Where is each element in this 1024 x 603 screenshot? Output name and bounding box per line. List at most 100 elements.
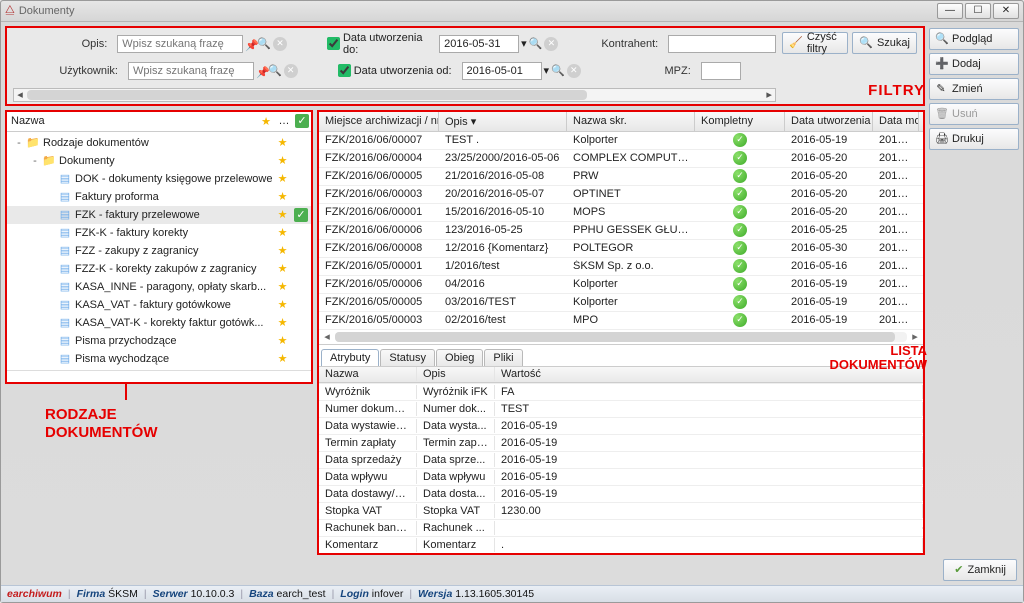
attribute-row[interactable]: Data wpływuData wpływu2016-05-19 bbox=[319, 468, 923, 485]
user-input[interactable] bbox=[128, 62, 254, 80]
table-row[interactable]: FZK/2016/06/00007TEST .Kolporter✓2016-05… bbox=[319, 132, 923, 150]
col-archive-nr[interactable]: Miejsce archiwizacji / nr bbox=[319, 112, 439, 131]
tree-item[interactable]: ▤FZZ - zakupy z zagranicy★ bbox=[7, 242, 311, 260]
date-from-checkbox[interactable] bbox=[338, 64, 351, 77]
drukuj-button[interactable]: 🖨Drukuj bbox=[929, 128, 1019, 150]
podgląd-button[interactable]: 🔍Podgląd bbox=[929, 28, 1019, 50]
star-icon[interactable]: ★ bbox=[274, 316, 291, 329]
date-to-input[interactable] bbox=[439, 35, 519, 53]
table-row[interactable]: FZK/2016/06/0000115/2016/2016-05-10MOPS✓… bbox=[319, 204, 923, 222]
tree-item[interactable]: -📁Dokumenty★ bbox=[7, 152, 311, 170]
star-icon[interactable]: ★ bbox=[274, 244, 291, 257]
tab-statusy[interactable]: Statusy bbox=[380, 349, 435, 366]
tree-header-name[interactable]: Nazwa bbox=[7, 115, 257, 127]
tab-pliki[interactable]: Pliki bbox=[484, 349, 522, 366]
col-kompletny[interactable]: Kompletny bbox=[695, 112, 785, 131]
mpz-input[interactable] bbox=[701, 62, 741, 80]
tab-atrybuty[interactable]: Atrybuty bbox=[321, 349, 379, 366]
search-icon[interactable]: 🔍 bbox=[257, 37, 271, 50]
search-icon[interactable]: 🔍 bbox=[551, 64, 565, 77]
attr-col-nazwa[interactable]: Nazwa bbox=[319, 367, 417, 381]
attribute-row[interactable]: KomentarzKomentarz. bbox=[319, 536, 923, 553]
star-icon[interactable]: ★ bbox=[274, 226, 291, 239]
star-icon[interactable]: ★ bbox=[274, 334, 291, 347]
grid-scrollbar[interactable]: ◂ ▸ bbox=[319, 330, 923, 344]
scroll-left-icon[interactable]: ◂ bbox=[321, 330, 333, 343]
search-icon[interactable]: 🔍 bbox=[529, 37, 543, 50]
star-icon[interactable]: ★ bbox=[274, 280, 291, 293]
star-icon[interactable]: ★ bbox=[274, 154, 291, 167]
tree-item[interactable]: ▤KASA_VAT-K - korekty faktur gotówk...★ bbox=[7, 314, 311, 332]
dodaj-button[interactable]: ➕Dodaj bbox=[929, 53, 1019, 75]
scroll-right-icon[interactable]: ▸ bbox=[909, 330, 921, 343]
attribute-row[interactable]: Numer dokumentuNumer dok...TEST bbox=[319, 400, 923, 417]
attribute-row[interactable]: Rachunek bankowyRachunek ... bbox=[319, 519, 923, 536]
tab-obieg[interactable]: Obieg bbox=[436, 349, 483, 366]
star-icon[interactable]: ★ bbox=[274, 136, 291, 149]
zmień-button[interactable]: ✎Zmień bbox=[929, 78, 1019, 100]
check-icon[interactable]: ✓ bbox=[295, 114, 309, 128]
star-icon[interactable]: ★ bbox=[274, 352, 291, 365]
opis-input[interactable] bbox=[117, 35, 243, 53]
attribute-row[interactable]: Data wystawieniaData wysta...2016-05-19 bbox=[319, 417, 923, 434]
tree-item[interactable]: ▤KASA_VAT - faktury gotówkowe★ bbox=[7, 296, 311, 314]
tree-item[interactable]: ▤Pisma przychodzące★ bbox=[7, 332, 311, 350]
date-from-input[interactable] bbox=[462, 62, 542, 80]
tree-item[interactable]: ▤DOK - dokumenty księgowe przelewowe★ bbox=[7, 170, 311, 188]
attribute-row[interactable]: Termin zapłatyTermin zapł...2016-05-19 bbox=[319, 434, 923, 451]
table-row[interactable]: FZK/2016/06/0000423/25/2000/2016-05-06CO… bbox=[319, 150, 923, 168]
scroll-right-icon[interactable]: ▸ bbox=[763, 89, 775, 101]
attribute-row[interactable]: Data sprzedażyData sprze...2016-05-19 bbox=[319, 451, 923, 468]
kontrahent-input[interactable] bbox=[668, 35, 776, 53]
star-icon[interactable]: ★ bbox=[274, 208, 291, 221]
star-icon[interactable]: ★ bbox=[274, 190, 291, 203]
tree-item[interactable]: ▤Pisma wychodzące★ bbox=[7, 350, 311, 368]
star-icon[interactable]: ★ bbox=[274, 172, 291, 185]
search-button[interactable]: 🔍 Szukaj bbox=[852, 32, 917, 54]
minimize-button[interactable]: — bbox=[937, 3, 963, 19]
tree-scrollbar[interactable] bbox=[7, 370, 311, 382]
table-row[interactable]: FZK/2016/06/0000521/2016/2016-05-08PRW✓2… bbox=[319, 168, 923, 186]
search-icon[interactable]: 🔍 bbox=[268, 64, 282, 77]
clear-filters-button[interactable]: 🧹 Czyść filtry bbox=[782, 32, 848, 54]
maximize-button[interactable]: ☐ bbox=[965, 3, 991, 19]
scroll-thumb[interactable] bbox=[335, 332, 895, 342]
close-button[interactable]: ✔ Zamknij bbox=[943, 559, 1017, 581]
table-row[interactable]: FZK/2016/06/0000320/2016/2016-05-07OPTIN… bbox=[319, 186, 923, 204]
check-cell[interactable]: ✓ bbox=[291, 208, 311, 222]
table-row[interactable]: FZK/2016/06/00006123/2016-05-25PPHU GESS… bbox=[319, 222, 923, 240]
table-row[interactable]: FZK/2016/05/000011/2016/testŚKSM Sp. z o… bbox=[319, 258, 923, 276]
tree-item[interactable]: ▤Faktury proforma★ bbox=[7, 188, 311, 206]
dropdown-icon[interactable]: ▾ bbox=[521, 37, 527, 50]
table-row[interactable]: FZK/2016/05/0000503/2016/TESTKolporter✓2… bbox=[319, 294, 923, 312]
attribute-row[interactable]: Data dostawy/wy...Data dosta...2016-05-1… bbox=[319, 485, 923, 502]
attr-col-opis[interactable]: Opis bbox=[417, 367, 495, 381]
table-row[interactable]: FZK/2016/05/0000604/2016Kolporter✓2016-0… bbox=[319, 276, 923, 294]
toggle-icon[interactable]: - bbox=[29, 155, 41, 167]
scroll-thumb[interactable] bbox=[27, 90, 587, 100]
attribute-row[interactable]: WyróżnikWyróżnik iFKFA bbox=[319, 383, 923, 400]
tree-item[interactable]: -📁Rodzaje dokumentów★ bbox=[7, 134, 311, 152]
toggle-icon[interactable]: - bbox=[13, 137, 25, 149]
tree-item[interactable]: ▤FZK-K - faktury korekty★ bbox=[7, 224, 311, 242]
col-nazwa[interactable]: Nazwa skr. bbox=[567, 112, 695, 131]
table-row[interactable]: FZK/2016/06/0000812/2016 {Komentarz}POLT… bbox=[319, 240, 923, 258]
dropdown-icon[interactable]: ▾ bbox=[544, 64, 550, 77]
scroll-left-icon[interactable]: ◂ bbox=[14, 89, 26, 101]
star-icon[interactable]: ★ bbox=[274, 298, 291, 311]
tree-item[interactable]: ▤KASA_INNE - paragony, opłaty skarb...★ bbox=[7, 278, 311, 296]
col-opis[interactable]: Opis ▾ bbox=[439, 112, 567, 131]
col-data-mod[interactable]: Data modyfi bbox=[873, 112, 919, 131]
date-to-checkbox[interactable] bbox=[327, 37, 340, 50]
col-data-utw[interactable]: Data utworzenia bbox=[785, 112, 873, 131]
close-window-button[interactable]: ✕ bbox=[993, 3, 1019, 19]
filter-scrollbar[interactable]: ◂ ▸ bbox=[13, 88, 776, 102]
table-row[interactable]: FZK/2016/05/0000302/2016/testMPO✓2016-05… bbox=[319, 312, 923, 330]
tree-item[interactable]: ▤FZK - faktury przelewowe★✓ bbox=[7, 206, 311, 224]
tree-item[interactable]: ▤FZZ-K - korekty zakupów z zagranicy★ bbox=[7, 260, 311, 278]
clear-icon[interactable]: ✕ bbox=[284, 64, 298, 78]
attribute-row[interactable]: Stopka VATStopka VAT1230.00 bbox=[319, 502, 923, 519]
more-icon[interactable]: … bbox=[275, 115, 293, 127]
clear-icon[interactable]: ✕ bbox=[273, 37, 287, 51]
clear-icon[interactable]: ✕ bbox=[544, 37, 558, 51]
